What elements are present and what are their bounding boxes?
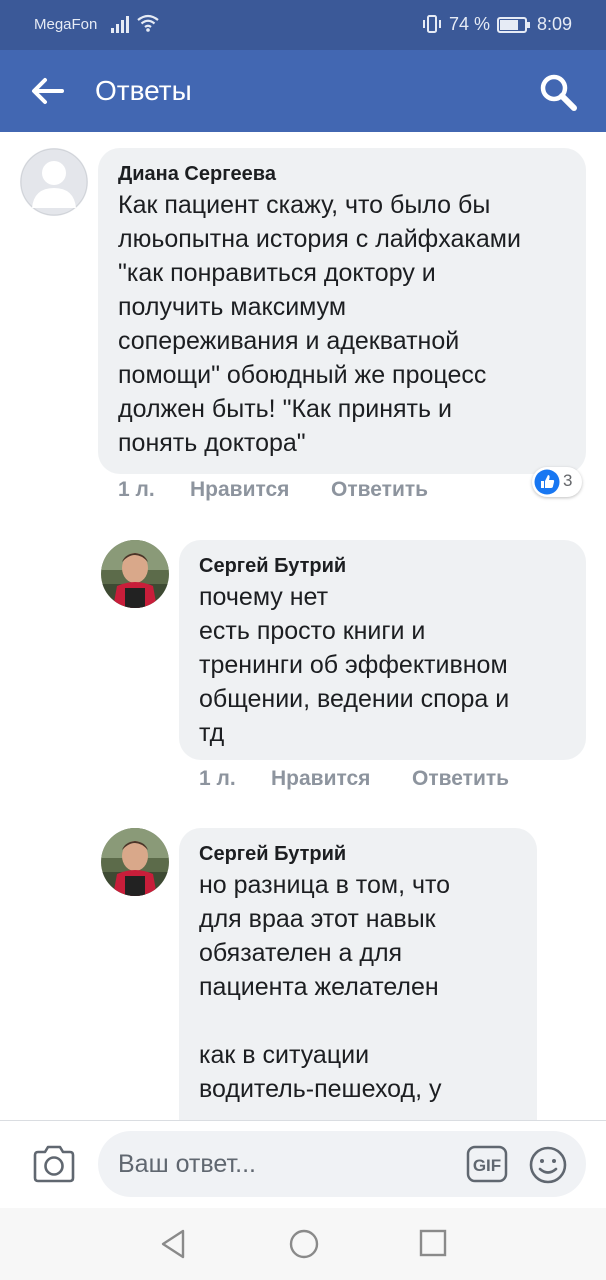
- arrow-left-icon[interactable]: [30, 76, 64, 106]
- wifi-icon: [137, 14, 159, 32]
- carrier-name: MegaFon: [34, 16, 98, 33]
- search-icon[interactable]: [538, 72, 578, 112]
- comment-author[interactable]: Сергей Бутрий: [199, 552, 566, 580]
- emoji-icon[interactable]: [528, 1145, 568, 1185]
- comment-actions: 1 л. Нравится Ответить: [0, 478, 606, 508]
- reply-input-container[interactable]: GIF: [98, 1131, 586, 1197]
- like-button[interactable]: Нравится: [190, 478, 289, 502]
- camera-icon[interactable]: [32, 1144, 76, 1184]
- status-bar: MegaFon 74 % 8:09: [0, 0, 606, 50]
- like-button[interactable]: Нравится: [271, 767, 370, 791]
- comment-text: Как пациент скажу, что было бы люьопытна…: [118, 191, 521, 457]
- user-photo-icon: [101, 540, 169, 608]
- avatar[interactable]: [20, 148, 88, 216]
- reactions-badge[interactable]: 3: [532, 467, 582, 497]
- thumbs-up-icon: [534, 469, 560, 495]
- system-nav-bar: [0, 1208, 606, 1280]
- comment-bubble[interactable]: Диана Сергеева Как пациент скажу, что бы…: [98, 148, 586, 474]
- comment-author[interactable]: Диана Сергеева: [118, 160, 566, 188]
- gif-icon[interactable]: GIF: [466, 1145, 508, 1183]
- comment-bubble[interactable]: Сергей Бутрий но разница в том, что для …: [179, 828, 537, 1148]
- comment-author[interactable]: Сергей Бутрий: [199, 840, 517, 868]
- reply-input[interactable]: [118, 1131, 448, 1197]
- reply-bar: GIF: [0, 1120, 606, 1208]
- comment-time[interactable]: 1 л.: [118, 478, 155, 502]
- reaction-count: 3: [563, 471, 573, 490]
- signal-icon: [111, 16, 129, 33]
- reply-button[interactable]: Ответить: [331, 478, 428, 502]
- avatar[interactable]: [101, 540, 169, 608]
- comment-time[interactable]: 1 л.: [199, 767, 236, 791]
- nav-home-icon[interactable]: [288, 1228, 320, 1260]
- battery-percent: 74 %: [449, 14, 491, 34]
- comment-actions: 1 л. Нравится Ответить: [0, 767, 606, 797]
- user-photo-icon: [101, 828, 169, 896]
- gif-label: GIF: [473, 1156, 501, 1175]
- avatar[interactable]: [101, 828, 169, 896]
- reply-button[interactable]: Ответить: [412, 767, 509, 791]
- comment-text: но разница в том, что для враа этот навы…: [199, 871, 451, 1103]
- battery-icon: [497, 17, 530, 33]
- nav-back-icon[interactable]: [158, 1228, 188, 1260]
- comment-text: почему нет есть просто книги и тренинги …: [199, 583, 510, 747]
- comment-bubble[interactable]: Сергей Бутрий почему нет есть просто кни…: [179, 540, 586, 760]
- default-avatar-icon: [20, 148, 88, 216]
- nav-recents-icon[interactable]: [418, 1228, 448, 1258]
- page-title: Ответы: [95, 75, 192, 106]
- clock: 8:09: [537, 14, 573, 34]
- app-bar: Ответы: [0, 50, 606, 132]
- vibrate-icon: [423, 15, 441, 33]
